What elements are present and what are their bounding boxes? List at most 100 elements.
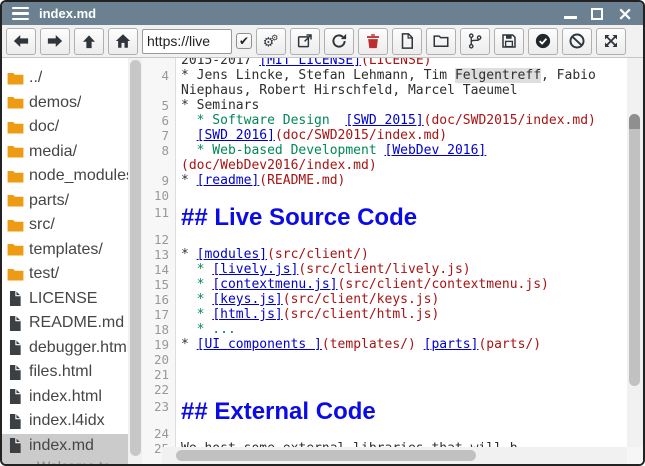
maximize-icon[interactable] <box>591 8 603 20</box>
save-button[interactable] <box>494 28 524 55</box>
action-button-group: ⚙⚙ <box>256 28 626 55</box>
url-input[interactable] <box>142 29 232 54</box>
editor-line[interactable]: 13* [modules](src/client/) <box>142 247 627 262</box>
md-text <box>181 128 197 143</box>
git-branch-button[interactable] <box>460 28 490 55</box>
md-url: (src/client/lively.js) <box>298 262 470 277</box>
sidebar-item-readme.md[interactable]: README.md <box>2 311 128 336</box>
editor-line[interactable]: 6 * Software Design [SWD 2015](doc/SWD20… <box>142 113 627 128</box>
sidebar-item-index.l4idx[interactable]: index.l4idx <box>2 409 128 434</box>
editor-line[interactable]: 15 * [contextmenu.js](src/client/context… <box>142 277 627 292</box>
editor-line[interactable]: 10 <box>142 188 627 203</box>
editor-line[interactable]: 16 * [keys.js](src/client/keys.js) <box>142 292 627 307</box>
line-content <box>176 352 181 367</box>
back-button[interactable] <box>6 28 36 55</box>
forward-button[interactable] <box>40 28 70 55</box>
up-button[interactable] <box>74 28 104 55</box>
editor-vertical-scrollbar[interactable] <box>627 58 643 447</box>
home-button[interactable] <box>108 28 138 55</box>
editor-line[interactable]: 22 <box>142 382 627 397</box>
sidebar-item-src[interactable]: src/ <box>2 213 128 238</box>
file-icon <box>6 412 25 431</box>
editor-vscroll-thumb[interactable] <box>629 114 640 386</box>
md-text: * <box>181 307 212 322</box>
sidebar-item-index.md[interactable]: index.md <box>2 434 128 459</box>
open-external-button[interactable] <box>290 28 320 55</box>
editor-line[interactable]: 5* Seminars <box>142 98 627 113</box>
fullscreen-button[interactable] <box>596 28 626 55</box>
code-area[interactable]: 2015-2017 [MIT LICENSE](LICENSE)4* Jens … <box>142 58 627 464</box>
sidebar-item-index.html[interactable]: index.html <box>2 385 128 410</box>
cancel-button[interactable] <box>562 28 592 55</box>
sidebar-scrollbar[interactable] <box>128 58 142 464</box>
editor-line[interactable]: 19* [UI components ](templates/) [parts]… <box>142 337 627 352</box>
editor-line[interactable]: 12 <box>142 232 627 247</box>
folder-icon <box>6 167 25 186</box>
file-label: doc/ <box>29 118 59 136</box>
sidebar-item-templates[interactable]: templates/ <box>2 238 128 263</box>
editor-line[interactable]: 20 <box>142 352 627 367</box>
line-content: * Jens Lincke, Stefan Lehmann, Tim Felge… <box>176 68 596 83</box>
editor-hscroll-thumb[interactable] <box>176 450 476 461</box>
trash-icon <box>364 32 382 50</box>
folder-icon <box>6 118 25 137</box>
editor-line[interactable]: 9* [readme](README.md) <box>142 173 627 188</box>
auto-load-checkbox[interactable]: ✔ <box>236 33 252 49</box>
file-icon <box>6 363 25 382</box>
line-number <box>142 158 176 173</box>
new-folder-button[interactable] <box>426 28 456 55</box>
editor-horizontal-scrollbar[interactable] <box>162 447 627 464</box>
sidebar-item-..[interactable]: ../ <box>2 66 128 91</box>
close-icon[interactable]: × <box>617 7 633 21</box>
markdown-editor[interactable]: 2015-2017 [MIT LICENSE](LICENSE)4* Jens … <box>142 58 643 464</box>
sidebar-item-debugger.html[interactable]: debugger.html <box>2 336 128 361</box>
editor-line[interactable]: 8 * Web-based Development [WebDev 2016] <box>142 143 627 158</box>
app-window: index.md × ✔ ⚙⚙ ../ demos/doc/media/node_… <box>0 0 645 466</box>
md-text: * Seminars <box>181 98 259 113</box>
arrow-up-icon <box>80 32 98 50</box>
sidebar-item-parts[interactable]: parts/ <box>2 189 128 214</box>
editor-line[interactable]: 17 * [html.js](src/client/html.js) <box>142 307 627 322</box>
editor-vscroll-marker <box>629 114 640 129</box>
file-label: index.l4idx <box>29 412 105 430</box>
editor-line[interactable]: 18 * ... <box>142 322 627 337</box>
sidebar-item-test[interactable]: test/ <box>2 262 128 287</box>
file-icon <box>6 314 25 333</box>
sidebar-item-license[interactable]: LICENSE <box>2 287 128 312</box>
editor-heading-line[interactable]: 23## External Code <box>142 397 627 426</box>
file-label: ../ <box>29 69 42 87</box>
settings-button[interactable]: ⚙⚙ <box>256 28 286 55</box>
editor-line[interactable]: 7 [SWD 2016](doc/SWD2015/index.md) <box>142 128 627 143</box>
minimize-icon[interactable] <box>564 16 577 19</box>
md-url: (src/client/contextmenu.js) <box>338 277 549 292</box>
sidebar-scrollbar-thumb[interactable] <box>130 60 141 456</box>
file-label: index.html <box>29 388 102 406</box>
editor-line[interactable]: 4* Jens Lincke, Stefan Lehmann, Tim Felg… <box>142 68 627 83</box>
sidebar-item-demos[interactable]: demos/ <box>2 91 128 116</box>
line-content: * [lively.js](src/client/lively.js) <box>176 262 471 277</box>
menu-icon[interactable] <box>12 7 29 21</box>
sidebar-item-doc[interactable]: doc/ <box>2 115 128 140</box>
editor-line[interactable]: 21 <box>142 367 627 382</box>
editor-heading-line[interactable]: 11## Live Source Code <box>142 203 627 232</box>
md-url: (README.md) <box>259 173 345 188</box>
line-content: * [keys.js](src/client/keys.js) <box>176 292 439 307</box>
line-number: 4 <box>142 68 176 83</box>
md-url: (LICENSE) <box>361 58 431 68</box>
refresh-button[interactable] <box>324 28 354 55</box>
editor-line[interactable]: 2015-2017 [MIT LICENSE](LICENSE) <box>142 58 627 68</box>
md-link: [SWD 2015] <box>345 113 423 128</box>
delete-button[interactable] <box>358 28 388 55</box>
sidebar-item-node-modules[interactable]: node_modules/ <box>2 164 128 189</box>
md-text: * <box>181 262 212 277</box>
block-icon <box>568 32 586 50</box>
line-number: 19 <box>142 337 176 352</box>
editor-line[interactable]: (doc/WebDev2016/index.md) <box>142 158 627 173</box>
new-file-button[interactable] <box>392 28 422 55</box>
accept-button[interactable] <box>528 28 558 55</box>
sidebar-item-files.html[interactable]: files.html <box>2 360 128 385</box>
sidebar-item-media[interactable]: media/ <box>2 140 128 165</box>
editor-line[interactable]: 24 <box>142 426 627 441</box>
editor-line[interactable]: Niephaus, Robert Hirschfeld, Marcel Taeu… <box>142 83 627 98</box>
editor-line[interactable]: 14 * [lively.js](src/client/lively.js) <box>142 262 627 277</box>
